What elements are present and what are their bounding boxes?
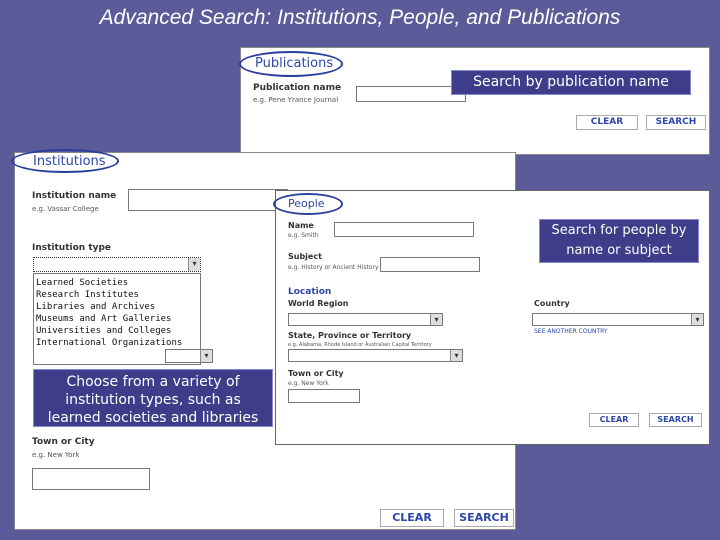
people-name-label: Name (288, 221, 314, 230)
publications-search-button[interactable]: SEARCH (646, 115, 706, 130)
list-item[interactable]: Libraries and Archives (36, 301, 200, 313)
people-town-label: Town or City (288, 369, 344, 378)
people-state-label: State, Province or Territory (288, 331, 412, 340)
people-search-button[interactable]: SEARCH (649, 413, 702, 427)
list-item[interactable]: International Organizations (36, 337, 200, 349)
institution-subselect[interactable]: ▾ (165, 349, 213, 363)
list-item[interactable]: Research Institutes (36, 289, 200, 301)
list-item[interactable]: Universities and Colleges (36, 325, 200, 337)
list-item[interactable]: Learned Societies (36, 277, 200, 289)
people-header-highlight (273, 193, 343, 215)
people-state-hint: e.g. Alabama, Rhode Island or Australian… (288, 342, 432, 348)
institution-type-select[interactable]: ▾ (33, 257, 201, 272)
list-item[interactable]: Museums and Art Galleries (36, 313, 200, 325)
chevron-down-icon: ▾ (691, 314, 703, 325)
institutions-header-highlight (11, 149, 119, 173)
publications-header-highlight (239, 51, 343, 77)
institution-name-label: Institution name (32, 191, 117, 201)
institutions-search-button[interactable]: SEARCH (454, 509, 514, 527)
chevron-down-icon: ▾ (188, 258, 200, 271)
people-name-hint: e.g. Smith (288, 232, 319, 239)
institutions-clear-button[interactable]: CLEAR (380, 509, 444, 527)
people-name-input[interactable] (334, 222, 474, 237)
see-another-country-link[interactable]: SEE ANOTHER COUNTRY (534, 328, 608, 335)
chevron-down-icon: ▾ (430, 314, 442, 325)
people-subject-hint: e.g. History or Ancient History (288, 264, 379, 271)
publications-callout: Search by publication name (451, 70, 691, 95)
institution-town-hint: e.g. New York (32, 451, 80, 459)
institution-name-input[interactable] (128, 189, 288, 211)
institution-name-hint: e.g. Vassar College (32, 205, 99, 213)
people-town-input[interactable] (288, 389, 360, 403)
people-clear-button[interactable]: CLEAR (589, 413, 639, 427)
chevron-down-icon: ▾ (450, 350, 462, 361)
people-callout: Search for people by name or subject (539, 219, 699, 263)
people-subject-input[interactable] (380, 257, 480, 272)
people-panel: People Name e.g. Smith Subject e.g. Hist… (273, 190, 710, 445)
people-subject-label: Subject (288, 252, 322, 261)
institution-town-input[interactable] (32, 468, 150, 490)
people-town-hint: e.g. New York (288, 380, 329, 387)
people-state-select[interactable]: ▾ (288, 349, 463, 362)
people-region-select[interactable]: ▾ (288, 313, 443, 326)
publications-clear-button[interactable]: CLEAR (576, 115, 638, 130)
people-country-label: Country (534, 299, 570, 308)
people-country-select[interactable]: ▾ (532, 313, 704, 326)
people-location-header: Location (288, 287, 332, 297)
institutions-callout: Choose from a variety of institution typ… (33, 369, 273, 427)
publications-panel: Publications Publication name e.g. Pene … (239, 47, 710, 155)
people-region-label: World Region (288, 299, 349, 308)
publication-name-hint: e.g. Pene Yrance Journal (253, 96, 339, 104)
institution-type-label: Institution type (32, 243, 112, 253)
chevron-down-icon: ▾ (200, 350, 212, 362)
publication-name-input[interactable] (356, 86, 466, 102)
publication-name-label: Publication name (253, 83, 342, 93)
slide-title: Advanced Search: Institutions, People, a… (99, 6, 621, 29)
institution-town-label: Town or City (32, 437, 95, 447)
